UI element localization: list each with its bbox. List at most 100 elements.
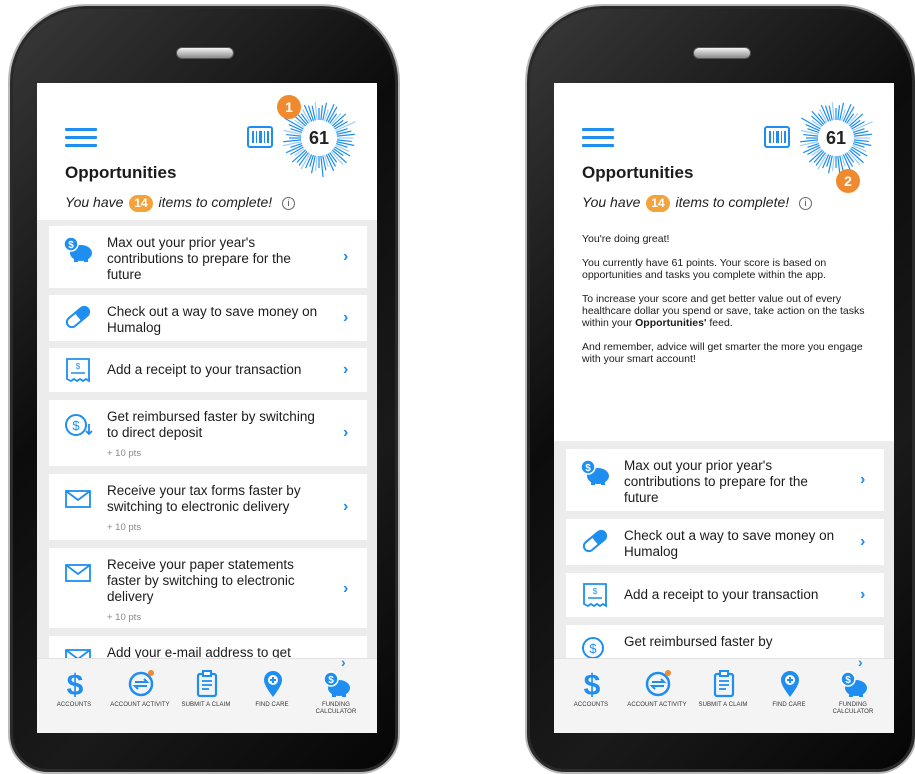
chevron-right-icon: › [343,361,349,378]
envelope-icon [65,564,91,582]
tab-submit-claim[interactable]: SUBMIT A CLAIM [692,669,754,729]
tab-label: ACCOUNT ACTIVITY [110,702,170,708]
tab-label: FUNDING CALCULATOR [315,702,357,715]
card-text: Max out your prior year's contributions … [107,235,327,283]
card-receipt[interactable]: $ Add a receipt to your transaction › [566,573,884,617]
card-text: Add a receipt to your transaction [107,362,327,378]
piggy-bank-dollar-icon: $ [840,671,867,697]
piggy-bank-dollar-icon: $ [63,236,92,262]
tab-account-activity[interactable]: ACCOUNT ACTIVITY [109,669,171,729]
barcode-scan-icon[interactable] [764,126,790,148]
chevron-right-icon: › [860,471,866,488]
card-paper-statements[interactable]: Receive your paper statements faster by … [49,548,367,628]
card-text: Get reimbursed faster by switching to di… [107,409,327,462]
card-humalog[interactable]: Check out a way to save money on Humalog… [49,295,367,341]
app-screen: 61 2 Opportunities You have 14 items to … [554,83,894,733]
card-points: + 10 pts [107,448,142,459]
chevron-right-icon: › [343,309,349,326]
hamburger-menu-icon[interactable] [582,128,616,148]
detail-paragraph: And remember, advice will get smarter th… [582,341,863,365]
hamburger-menu-icon[interactable] [65,128,99,148]
subtitle-prefix: You have [582,194,641,210]
card-text: Check out a way to save money on Humalog [107,304,327,336]
tab-find-care[interactable]: FIND CARE [241,669,303,729]
pill-icon [582,529,608,553]
items-subtitle: You have 14 items to complete! i [65,194,296,212]
card-label: Get reimbursed faster by switching to di… [107,409,315,440]
card-points: + 10 pts [107,612,142,623]
card-receipt[interactable]: $ Add a receipt to your transaction › [49,348,367,392]
score-value: 61 [825,128,847,148]
card-humalog[interactable]: Check out a way to save money on Humalog… [566,519,884,565]
tab-funding-calculator[interactable]: $ FUNDING CALCULATOR [822,669,884,729]
phone-right: 61 2 Opportunities You have 14 items to … [525,0,915,774]
dollar-sign-icon: $ [67,669,84,699]
opportunities-feed[interactable]: $ Max out your prior year's contribution… [554,441,894,665]
page-title: Opportunities [582,163,694,182]
tab-funding-calculator[interactable]: $ FUNDING CALCULATOR [305,669,367,729]
info-icon[interactable]: i [799,197,813,210]
page-title: Opportunities [65,163,177,182]
items-subtitle: You have 14 items to complete! i [582,194,813,212]
chevron-right-icon: › [343,248,349,265]
card-label: Max out your prior year's contributions … [624,458,808,505]
card-label: Get reimbursed faster by [624,634,773,649]
envelope-icon [65,490,91,508]
tab-label: FUNDING CALCULATOR [832,702,874,715]
card-label: Add a receipt to your transaction [624,587,819,602]
chevron-right-icon: › [343,580,349,597]
tab-find-care[interactable]: FIND CARE [758,669,820,729]
receipt-icon: $ [66,358,90,383]
card-direct-deposit[interactable]: $ Get reimbursed faster by switching to … [49,400,367,466]
svg-text:$: $ [72,418,80,433]
card-label: Receive your paper statements faster by … [107,557,295,604]
items-count-badge: 14 [129,195,153,212]
svg-text:$: $ [593,587,598,596]
bottom-tab-bar: › $ ACCOUNTS ACCOUNT ACTIVITY SUBMIT A C… [554,654,894,733]
detail-bold-text: Opportunities' [635,317,707,329]
card-tax-forms[interactable]: Receive your tax forms faster by switchi… [49,474,367,540]
card-label: Add a receipt to your transaction [107,362,302,377]
detail-paragraph: To increase your score and get better va… [582,293,872,329]
account-activity-icon [645,670,671,697]
phone-left: 61 1 Opportunities You have 14 items to … [8,0,400,774]
tab-accounts[interactable]: $ ACCOUNTS [560,669,622,729]
clipboard-icon [196,670,218,698]
dollar-deposit-icon: $ [65,414,93,436]
phone-speaker [176,47,234,59]
score-ring[interactable]: 61 [797,99,875,178]
dollar-sign-icon: $ [584,669,601,699]
score-explanation: You're doing great! You currently have 6… [582,233,872,377]
tab-label: ACCOUNTS [56,702,92,708]
tab-label: FIND CARE [255,702,289,708]
tab-submit-claim[interactable]: SUBMIT A CLAIM [175,669,237,729]
tab-accounts[interactable]: $ ACCOUNTS [43,669,105,729]
detail-paragraph: You currently have 61 points. Your score… [582,257,827,281]
chevron-right-icon[interactable]: › [858,654,863,670]
tab-account-activity[interactable]: ACCOUNT ACTIVITY [626,669,688,729]
card-text: Receive your tax forms faster by switchi… [107,483,327,536]
barcode-scan-icon[interactable] [247,126,273,148]
card-max-contributions[interactable]: $ Max out your prior year's contribution… [566,449,884,511]
svg-text:$: $ [328,675,334,686]
bottom-tab-bar: › $ ACCOUNTS ACCOUNT ACTIVITY SUBMIT A C… [37,654,377,733]
card-label: Check out a way to save money on Humalog [624,528,835,559]
opportunities-feed[interactable]: $ Max out your prior year's contribution… [37,220,377,676]
map-pin-plus-icon [781,671,799,697]
tab-label: FIND CARE [772,702,806,708]
svg-text:$: $ [584,669,601,699]
tab-label: ACCOUNT ACTIVITY [627,702,687,708]
subtitle-suffix: items to complete! [158,194,273,210]
clipboard-icon [713,670,735,698]
account-activity-icon [128,670,154,697]
card-max-contributions[interactable]: $ Max out your prior year's contribution… [49,226,367,288]
chevron-right-icon: › [343,498,349,515]
tab-label: SUBMIT A CLAIM [181,702,231,708]
chevron-right-icon[interactable]: › [341,654,346,670]
svg-text:$: $ [67,669,84,699]
chevron-right-icon: › [343,424,349,441]
svg-text:$: $ [585,463,591,474]
piggy-bank-dollar-icon: $ [323,671,350,697]
info-icon[interactable]: i [282,197,296,210]
app-screen: 61 1 Opportunities You have 14 items to … [37,83,377,733]
